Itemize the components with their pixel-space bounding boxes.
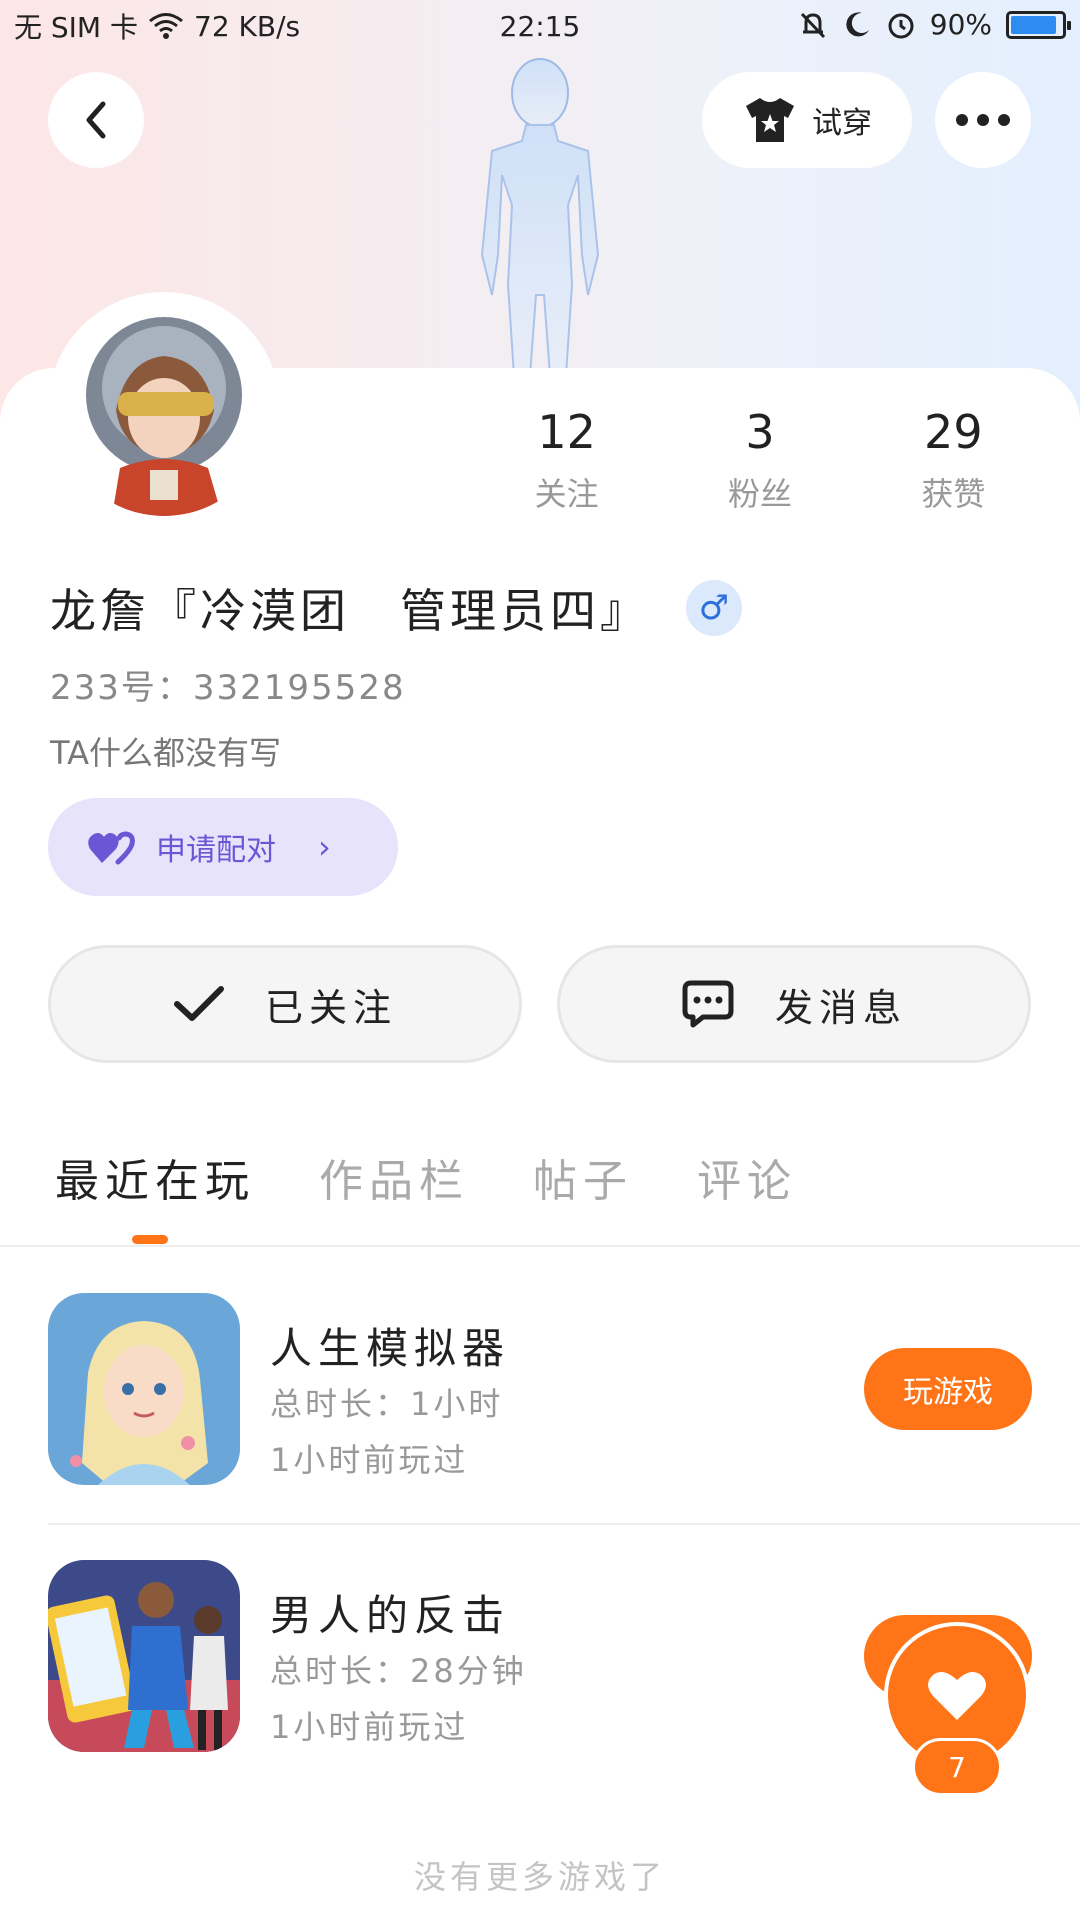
tab-posts[interactable]: 帖子 <box>533 1145 633 1209</box>
check-icon <box>173 986 224 1021</box>
male-gender-icon: ♂ <box>686 580 742 636</box>
profile-stats: 12 关注 3 粉丝 29 获赞 <box>470 405 1050 515</box>
following-button[interactable]: 已关注 <box>48 945 522 1063</box>
stat-likes[interactable]: 29 获赞 <box>857 405 1050 515</box>
game-artwork <box>48 1560 240 1752</box>
moon-icon <box>846 11 869 36</box>
row-divider <box>48 1523 1080 1525</box>
status-bar: 无 SIM 卡 72 KB/s 22:15 90% <box>0 0 1080 52</box>
user-name: 龙詹『冷漠团 管理员四』 <box>50 584 650 638</box>
game-title: 人生模拟器 <box>270 1324 511 1373</box>
more-options-button[interactable] <box>935 72 1031 168</box>
avatar-illustration <box>56 300 272 516</box>
like-count-badge: 7 <box>912 1738 1002 1796</box>
tab-comments[interactable]: 评论 <box>697 1145 797 1209</box>
avatar-model-figure <box>480 58 600 375</box>
game-icon-life-simulator[interactable] <box>48 1293 240 1485</box>
stat-label: 粉丝 <box>727 475 792 513</box>
profile-tabs: 最近在玩 作品栏 帖子 评论 <box>55 1145 797 1209</box>
game-artwork <box>48 1293 240 1485</box>
stat-value: 29 <box>924 405 983 459</box>
try-on-label: 试穿 <box>812 106 872 141</box>
double-heart-icon <box>88 831 135 865</box>
alarm-icon <box>888 13 914 38</box>
stat-value: 3 <box>745 405 775 459</box>
stat-following[interactable]: 12 关注 <box>470 405 663 515</box>
tab-divider <box>0 1245 1080 1247</box>
tab-works[interactable]: 作品栏 <box>319 1145 469 1209</box>
chevron-right-icon: › <box>318 828 331 866</box>
stat-label: 关注 <box>534 475 599 513</box>
game-last-played: 1小时前玩过 <box>270 1441 469 1479</box>
play-game-button[interactable]: 玩游戏 <box>864 1348 1032 1430</box>
game-total-duration: 总时长：1小时 <box>270 1385 504 1423</box>
tshirt-icon <box>746 98 794 142</box>
send-message-label: 发消息 <box>774 985 907 1030</box>
name-row: 龙詹『冷漠团 管理员四』 ♂ <box>50 575 742 641</box>
game-total-duration: 总时长：28分钟 <box>270 1652 527 1690</box>
battery-level <box>1011 15 1056 34</box>
following-label: 已关注 <box>264 985 397 1030</box>
game-last-played: 1小时前玩过 <box>270 1708 469 1746</box>
user-bio: TA什么都没有写 <box>50 734 281 772</box>
battery-icon <box>1006 10 1071 39</box>
heart-icon <box>928 1671 986 1720</box>
tab-recently-played[interactable]: 最近在玩 <box>55 1145 255 1209</box>
user-avatar[interactable] <box>48 292 280 524</box>
try-on-button[interactable]: 试穿 <box>702 72 912 168</box>
game-icon-mans-counterattack[interactable] <box>48 1560 240 1752</box>
active-tab-indicator <box>132 1235 168 1244</box>
send-message-button[interactable]: 发消息 <box>557 945 1031 1063</box>
game-list-item[interactable]: 人生模拟器 总时长：1小时 1小时前玩过 玩游戏 <box>48 1293 1080 1485</box>
more-dots-icon <box>956 114 1010 126</box>
chat-bubble-icon <box>682 980 734 1028</box>
stat-followers[interactable]: 3 粉丝 <box>663 405 856 515</box>
chevron-left-icon <box>86 101 106 139</box>
mute-bell-icon <box>800 12 825 38</box>
no-more-games-text: 没有更多游戏了 <box>413 1858 666 1896</box>
stat-value: 12 <box>537 405 596 459</box>
battery-percent: 90% <box>929 8 992 41</box>
request-pair-label: 申请配对 <box>156 833 276 868</box>
user-id: 233号：332195528 <box>50 668 406 708</box>
back-button[interactable] <box>48 72 144 168</box>
game-title: 男人的反击 <box>270 1591 511 1640</box>
request-pair-button[interactable]: 申请配对 › <box>48 798 398 896</box>
stat-label: 获赞 <box>921 475 986 513</box>
